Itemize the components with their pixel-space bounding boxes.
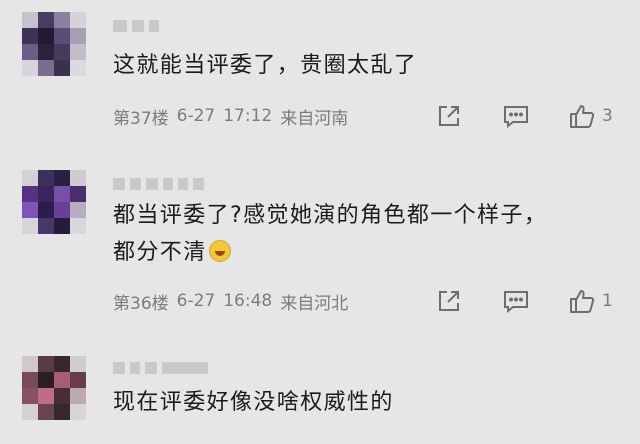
comment-text-line: 现在评委好像没啥权威性的: [113, 390, 394, 415]
comment-text: 现在评委好像没啥权威性的: [113, 384, 613, 421]
share-button[interactable]: [436, 287, 462, 315]
like-button[interactable]: 1: [568, 287, 613, 315]
share-button[interactable]: [436, 102, 462, 130]
floor-number: 第37楼: [113, 108, 169, 129]
date: 6-27: [176, 106, 216, 126]
time: 17:12: [223, 106, 273, 126]
like-button[interactable]: 3: [568, 102, 613, 130]
comment-meta: 第36楼 6-27 16:48 来自河北: [113, 289, 349, 314]
location: 来自河北: [280, 293, 349, 314]
time: 16:48: [223, 291, 273, 311]
comment-text-line: 都分不清: [113, 234, 613, 271]
date: 6-27: [176, 291, 216, 311]
username-masked[interactable]: [113, 360, 208, 376]
like-count: 1: [602, 291, 613, 311]
avatar[interactable]: [22, 356, 86, 420]
comment-text-line: 这就能当评委了，贵圈太乱了: [113, 53, 418, 78]
thumb-up-icon: [570, 290, 595, 313]
username-masked[interactable]: [113, 18, 159, 34]
comment-meta: 第37楼 6-27 17:12 来自河南: [113, 104, 349, 129]
reply-button[interactable]: [502, 102, 530, 130]
comment-actions: 1: [436, 287, 626, 315]
floor-number: 第36楼: [113, 293, 169, 314]
reply-button[interactable]: [502, 287, 530, 315]
comment-text-line: 都当评委了?感觉她演的角色都一个样子，: [113, 203, 548, 228]
comment-text: 这就能当评委了，贵圈太乱了: [113, 47, 613, 84]
comment-actions: 3: [436, 102, 626, 130]
avatar[interactable]: [22, 12, 86, 76]
comment-text: 都当评委了?感觉她演的角色都一个样子， 都分不清: [113, 197, 613, 271]
avatar[interactable]: [22, 170, 86, 234]
thumb-up-icon: [570, 105, 595, 128]
share-icon: [439, 106, 459, 126]
reply-icon: [504, 106, 528, 129]
share-icon: [439, 291, 459, 311]
laughing-crying-emoji: [208, 240, 231, 262]
username-masked[interactable]: [113, 176, 204, 192]
reply-icon: [504, 291, 528, 314]
like-count: 3: [602, 106, 613, 126]
location: 来自河南: [280, 108, 349, 129]
